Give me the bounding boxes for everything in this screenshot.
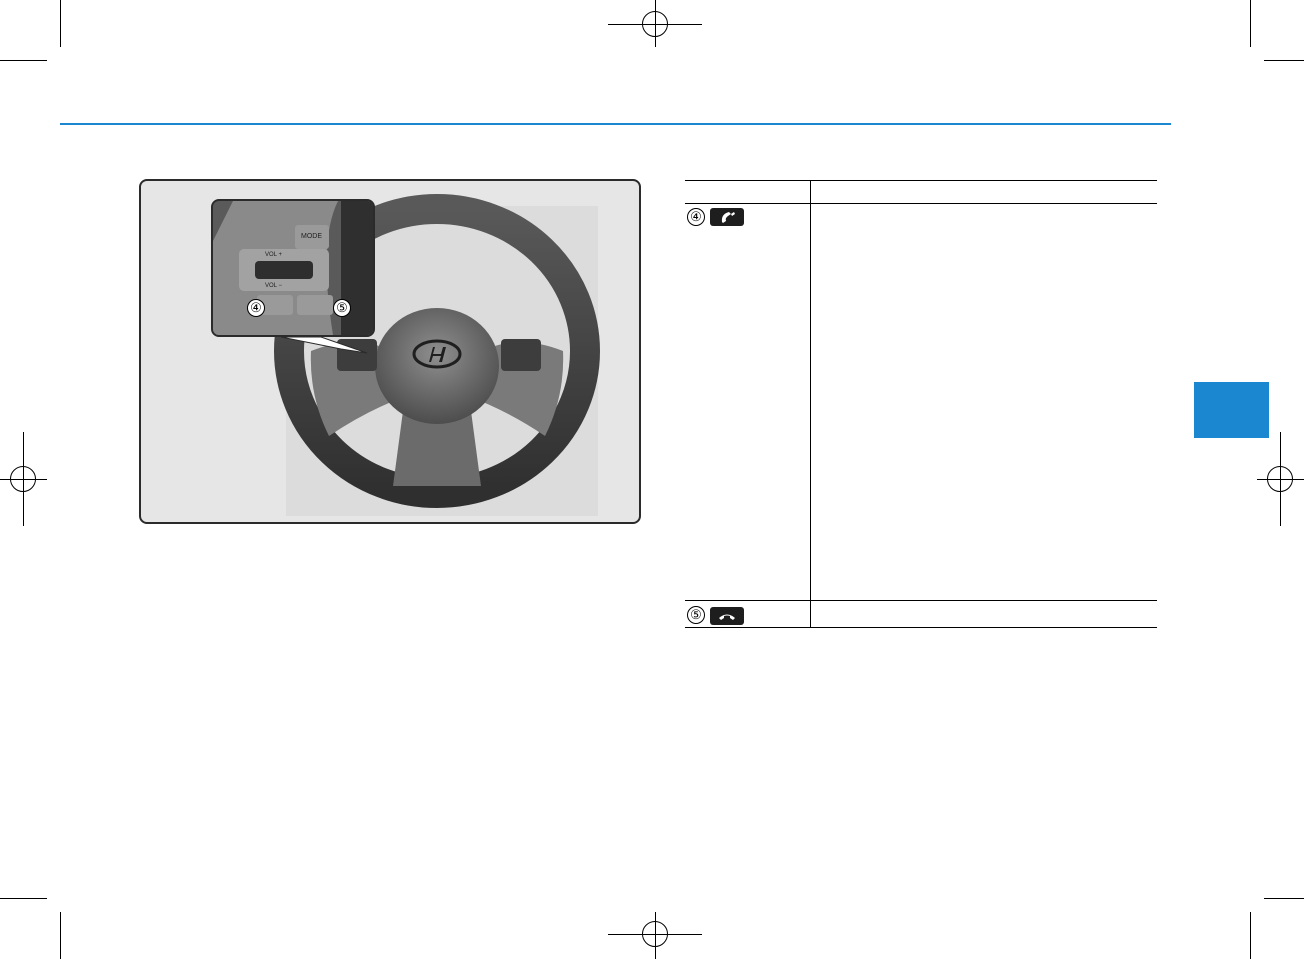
table-column-divider: [810, 180, 811, 628]
call-end-icon: [710, 607, 744, 625]
callout-5: ⑤: [333, 299, 351, 317]
call-answer-icon: [710, 208, 744, 226]
steering-wheel-figure: MODE VOL + VOL − ④ ⑤: [139, 179, 641, 524]
row-callout-4: ④: [687, 208, 705, 226]
table-bottom-rule: [685, 627, 1157, 628]
vol-up-label: VOL +: [265, 252, 282, 258]
row-callout-5: ⑤: [687, 606, 705, 624]
section-tab: [1194, 382, 1269, 438]
mode-button-label: MODE: [301, 233, 322, 240]
header-rule: [60, 123, 1171, 125]
table-header-rule: [685, 203, 1157, 204]
vol-down-label: VOL −: [265, 283, 282, 289]
switch-closeup-inset: MODE VOL + VOL − ④ ⑤: [211, 199, 375, 337]
table-top-rule: [685, 180, 1157, 181]
callout-4: ④: [247, 299, 265, 317]
table-row-divider: [685, 600, 1157, 601]
